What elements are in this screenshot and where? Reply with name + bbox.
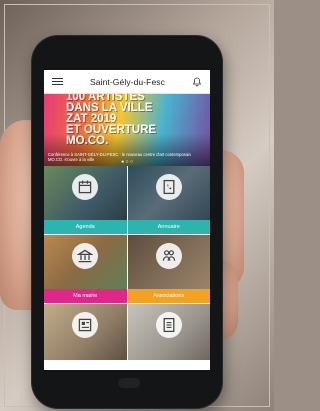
calendar-icon — [72, 174, 99, 200]
people-icon — [155, 243, 182, 269]
carousel-dots[interactable]: ● ○ ○ — [44, 159, 210, 165]
app-title: Saint-Gély-du-Fesc — [89, 76, 166, 87]
town-hall-icon — [72, 243, 99, 269]
menu-grid: Agenda Annuaire Ma mairie Associations — [44, 166, 210, 360]
tile-label-ma-mairie: Ma mairie — [44, 289, 127, 303]
bell-icon[interactable] — [192, 77, 202, 87]
phone-book-icon — [155, 174, 182, 200]
banner-title-line: MO.CO. — [66, 135, 109, 147]
menu-icon[interactable] — [52, 77, 63, 86]
tile-annuaire[interactable]: Annuaire — [127, 166, 210, 234]
newspaper-icon — [72, 312, 99, 338]
tile-agenda[interactable]: Agenda — [44, 166, 127, 234]
tile-label-agenda: Agenda — [44, 220, 127, 234]
tile-ma-mairie[interactable]: Ma mairie — [44, 235, 127, 303]
checklist-icon — [155, 312, 182, 338]
top-bar: Saint-Gély-du-Fesc — [44, 70, 210, 94]
app-screen: Saint-Gély-du-Fesc 100 ARTISTES DANS LA … — [44, 70, 210, 370]
tile-associations[interactable]: Associations — [127, 235, 210, 303]
tile-label-associations: Associations — [127, 289, 210, 303]
phone-home-button — [118, 378, 140, 388]
banner-title: 100 ARTISTES DANS LA VILLE ZAT 2019 ET O… — [66, 94, 176, 147]
tile-news[interactable] — [44, 304, 127, 360]
tile-procedures[interactable] — [127, 304, 210, 360]
news-banner[interactable]: 100 ARTISTES DANS LA VILLE ZAT 2019 ET O… — [44, 94, 210, 166]
tile-label-annuaire: Annuaire — [127, 220, 210, 234]
